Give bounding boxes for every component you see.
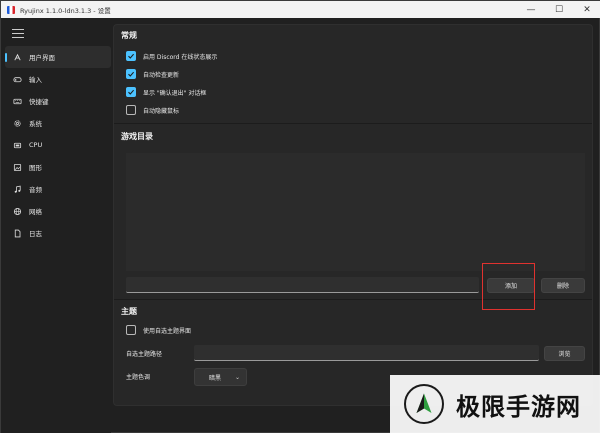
confirm-exit-option[interactable]: 显示 "确认退出" 对话框 — [126, 87, 206, 97]
sidebar-item-cpu[interactable]: CPU — [5, 134, 111, 156]
settings-content-panel: 常规 启用 Discord 在线状态展示 自动检查更新 显示 "确认退出" 对话… — [113, 24, 593, 406]
site-watermark: 极限手游网 — [390, 375, 600, 433]
game-directory-input[interactable] — [126, 277, 479, 293]
watermark-text: 极限手游网 — [456, 392, 581, 421]
window-title: Ryujinx 1.1.0-ldn3.1.3 - 设置 — [20, 6, 111, 15]
sidebar-item-label: 网络 — [29, 208, 42, 216]
hamburger-menu-icon[interactable] — [12, 29, 24, 39]
sidebar-item-label: 图形 — [29, 164, 42, 172]
option-label: 自动检查更新 — [143, 71, 180, 79]
theme-color-value: 暗黑 — [209, 374, 222, 382]
game-directory-list[interactable] — [126, 153, 585, 271]
remove-directory-button[interactable]: 删除 — [541, 278, 585, 293]
checkbox-checked[interactable] — [126, 51, 136, 61]
sidebar-item-hotkeys[interactable]: 快捷键 — [5, 90, 111, 112]
sidebar-item-audio[interactable]: 音频 — [5, 178, 111, 200]
hide-cursor-option[interactable]: 自动隐藏鼠标 — [126, 105, 179, 115]
auto-update-option[interactable]: 自动检查更新 — [126, 69, 179, 79]
sidebar-item-label: 系统 — [29, 120, 42, 128]
option-label: 启用 Discord 在线状态展示 — [143, 53, 218, 61]
image-icon — [5, 163, 29, 172]
sidebar-item-label: 快捷键 — [29, 98, 49, 106]
maximize-button[interactable]: ☐ — [545, 1, 573, 18]
sidebar: 用户界面 输入 快捷键 系统 CPU 图形 音频 网络 日志 — [1, 18, 111, 433]
theme-heading: 主题 — [121, 307, 137, 316]
ui-icon — [5, 53, 29, 62]
sidebar-item-label: 音频 — [29, 186, 42, 194]
theme-color-select[interactable]: 暗黑 ⌄ — [194, 368, 247, 386]
sidebar-item-system[interactable]: 系统 — [5, 112, 111, 134]
theme-color-label: 主题色调 — [126, 374, 151, 381]
gamepad-icon — [5, 75, 29, 84]
file-icon — [5, 229, 29, 238]
browse-button[interactable]: 浏览 — [544, 346, 585, 361]
custom-theme-option[interactable]: 使用自选主题界面 — [126, 325, 191, 335]
settings-window: Ryujinx 1.1.0-ldn3.1.3 - 设置 — ☐ ✕ 用户界面 输… — [0, 0, 600, 433]
keyboard-icon — [5, 97, 29, 106]
checkbox-checked[interactable] — [126, 87, 136, 97]
chevron-down-icon: ⌄ — [234, 374, 240, 381]
globe-icon — [5, 207, 29, 216]
option-label: 显示 "确认退出" 对话框 — [143, 89, 207, 97]
sidebar-item-input[interactable]: 输入 — [5, 68, 111, 90]
theme-path-label: 自选主题路径 — [126, 351, 163, 358]
music-icon — [5, 185, 29, 194]
general-heading: 常规 — [121, 31, 137, 40]
close-button[interactable]: ✕ — [573, 1, 600, 18]
sidebar-item-label: 日志 — [29, 230, 42, 238]
minimize-button[interactable]: — — [517, 1, 545, 18]
theme-path-input[interactable] — [194, 345, 539, 361]
checkbox-unchecked[interactable] — [126, 105, 136, 115]
option-label: 自动隐藏鼠标 — [143, 107, 180, 115]
check-icon — [128, 53, 135, 59]
gear-icon — [5, 119, 29, 128]
checkbox-unchecked[interactable] — [126, 325, 136, 335]
check-icon — [128, 71, 135, 77]
sidebar-item-label: CPU — [29, 141, 43, 149]
sidebar-item-ui[interactable]: 用户界面 — [5, 46, 111, 68]
sidebar-item-graphics[interactable]: 图形 — [5, 156, 111, 178]
sidebar-item-log[interactable]: 日志 — [5, 222, 111, 244]
add-button-highlight-box — [482, 263, 535, 310]
check-icon — [128, 89, 135, 95]
sidebar-item-label: 用户界面 — [29, 54, 55, 62]
discord-presence-option[interactable]: 启用 Discord 在线状态展示 — [126, 51, 217, 61]
watermark-logo-icon — [404, 384, 444, 424]
checkbox-checked[interactable] — [126, 69, 136, 79]
cpu-icon — [5, 141, 29, 150]
section-divider — [114, 123, 592, 124]
app-flag-icon — [7, 5, 15, 14]
game-dirs-heading: 游戏目录 — [121, 132, 153, 141]
option-label: 使用自选主题界面 — [143, 327, 192, 335]
title-bar[interactable]: Ryujinx 1.1.0-ldn3.1.3 - 设置 — ☐ ✕ — [1, 1, 600, 18]
sidebar-item-label: 输入 — [29, 76, 42, 84]
sidebar-nav: 用户界面 输入 快捷键 系统 CPU 图形 音频 网络 日志 — [5, 46, 111, 244]
sidebar-item-network[interactable]: 网络 — [5, 200, 111, 222]
